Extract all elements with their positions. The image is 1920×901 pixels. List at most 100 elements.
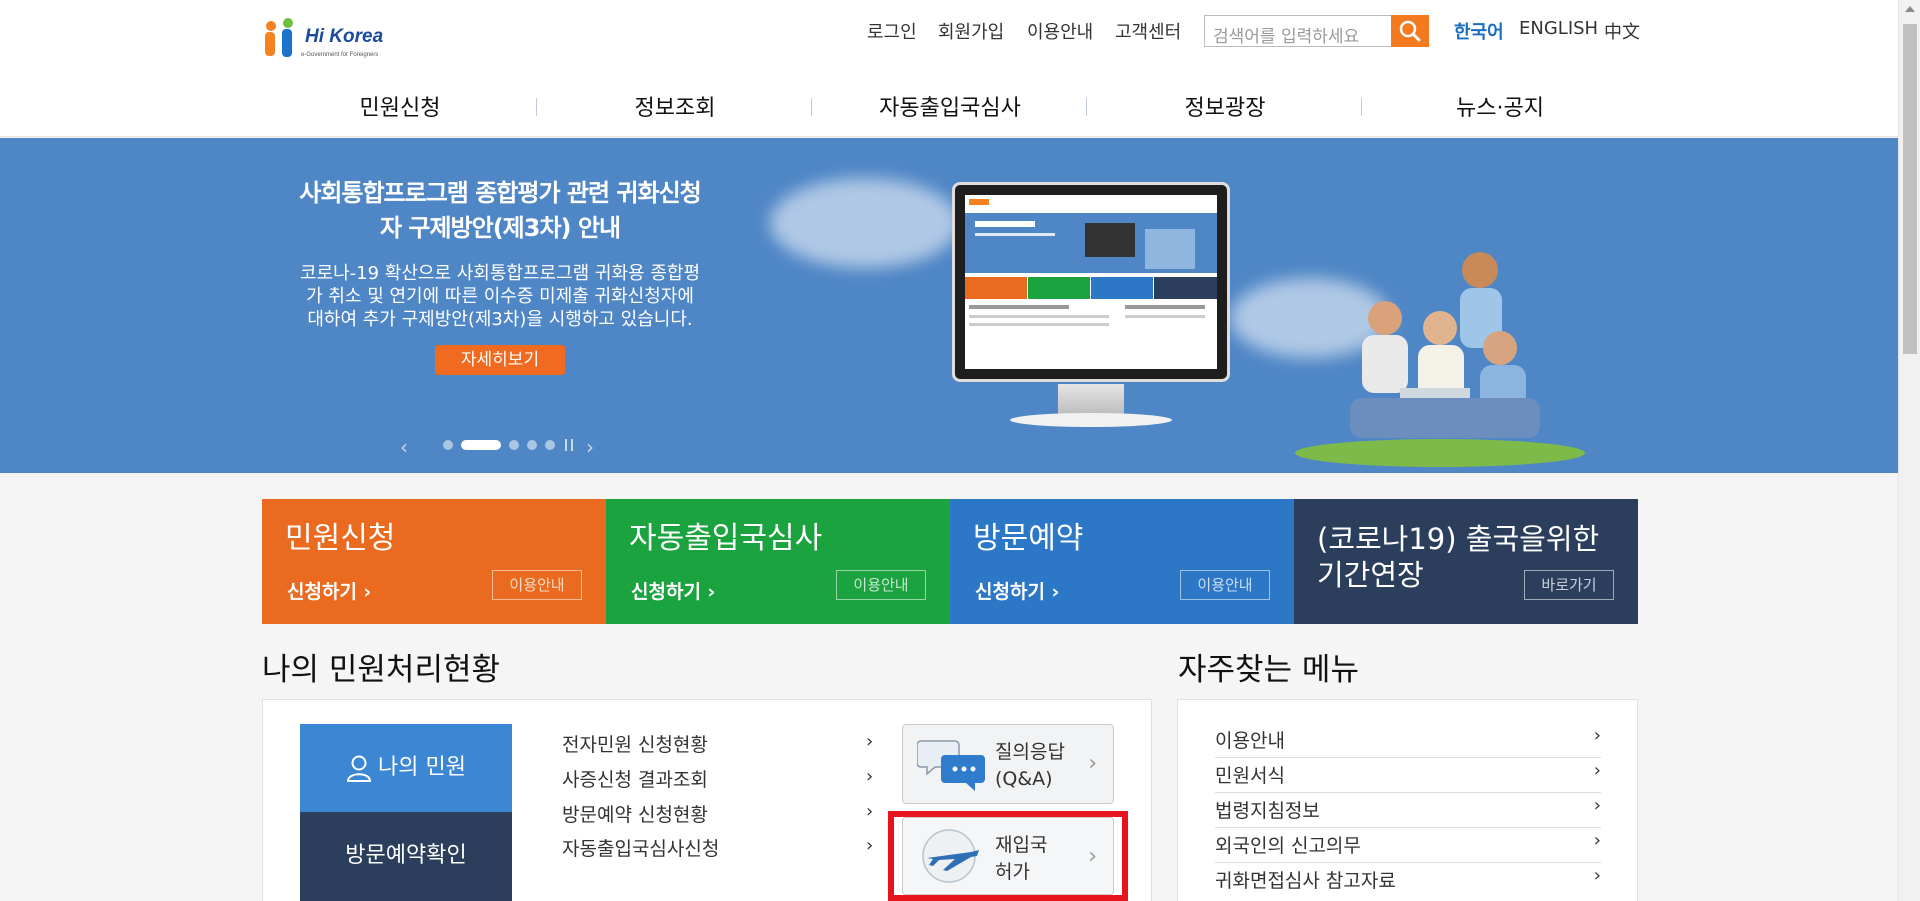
tile-apply-link[interactable]: 신청하기 › [975, 577, 1059, 604]
favorite-item[interactable]: 법령지침정보 › [1215, 793, 1601, 828]
tile-apply-link[interactable]: 신청하기 › [631, 577, 715, 604]
tile-guide-button[interactable]: 이용안내 [492, 570, 582, 600]
favorite-item-label: 외국인의 신고의무 [1215, 835, 1361, 857]
banner-description: 코로나-19 확산으로 사회통합프로그램 귀화용 종합평 가 취소 및 연기에 … [285, 262, 715, 331]
chevron-right-icon[interactable]: › [866, 835, 873, 856]
tile-apply-link[interactable]: 신청하기 › [287, 577, 371, 604]
chevron-right-icon[interactable]: › [866, 766, 873, 787]
banner-pause-button[interactable] [565, 439, 573, 451]
favorite-item-label: 민원서식 [1215, 765, 1285, 787]
gnb-info-inquiry[interactable]: 정보조회 [575, 90, 775, 122]
banner-slide-dot[interactable] [527, 440, 537, 450]
banner-title-line: 자 구제방안(제3차) 안내 [379, 214, 621, 242]
user-icon [347, 755, 372, 782]
main-banner: 사회통합프로그램 종합평가 관련 귀화신청 자 구제방안(제3차) 안내 코로나… [0, 138, 1898, 473]
banner-next-button[interactable]: › [586, 435, 594, 459]
chevron-right-icon: › [1593, 795, 1601, 816]
logo-people-icon [265, 18, 293, 57]
chat-bubbles-icon [917, 740, 985, 791]
favorite-item-label: 법령지침정보 [1215, 800, 1320, 822]
my-civil-label: 나의 민원 [378, 755, 466, 780]
lang-english[interactable]: ENGLISH [1519, 18, 1598, 39]
visit-reservation-check-button[interactable]: 방문예약확인 [300, 812, 512, 901]
signup-link[interactable]: 회원가입 [938, 18, 1004, 44]
website-preview-image [965, 195, 1217, 326]
highlight-box [888, 811, 1128, 901]
login-link[interactable]: 로그인 [867, 18, 917, 44]
visa-result-link[interactable]: 사증신청 결과조회 [562, 765, 708, 792]
gnb-info-plaza[interactable]: 정보광장 [1125, 90, 1325, 122]
gnb-divider [1361, 98, 1362, 116]
visit-reservation-status-link[interactable]: 방문예약 신청현황 [562, 800, 708, 827]
tile-title: 자동출입국심사 [629, 521, 823, 556]
banner-slide-dot[interactable] [545, 440, 555, 450]
people-illustration [1295, 252, 1585, 467]
banner-title-line: 사회통합프로그램 종합평가 관련 귀화신청 [299, 179, 702, 207]
lang-chinese[interactable]: 中文 [1604, 18, 1640, 44]
cloud-decoration [770, 178, 960, 268]
gnb-divider [811, 98, 812, 116]
hikorea-logo[interactable]: Hi Korea e-Government for Foreigners [261, 16, 411, 66]
gnb-divider [536, 98, 537, 116]
gnb-auto-immigration[interactable]: 자동출입국심사 [850, 90, 1050, 122]
favorites-title: 자주찾는 메뉴 [1178, 652, 1359, 688]
auto-immigration-apply-link[interactable]: 자동출입국심사신청 [562, 834, 719, 861]
tile-auto-immigration[interactable]: 자동출입국심사 신청하기 › 이용안내 [606, 499, 950, 624]
chevron-right-icon[interactable]: › [866, 731, 873, 752]
tile-guide-button[interactable]: 이용안내 [836, 570, 926, 600]
page-scrollbar[interactable] [1898, 0, 1920, 901]
banner-slide-dot[interactable] [443, 440, 453, 450]
banner-more-button[interactable]: 자세히보기 [435, 345, 565, 375]
my-civil-button[interactable]: 나의 민원 [300, 724, 512, 812]
banner-prev-button[interactable]: ‹ [400, 435, 408, 459]
favorite-item[interactable]: 이용안내 › [1215, 723, 1601, 758]
tile-visit-reservation[interactable]: 방문예약 신청하기 › 이용안내 [950, 499, 1294, 624]
tile-title: 민원신청 [285, 521, 396, 556]
scroll-thumb[interactable] [1903, 24, 1917, 354]
my-status-title: 나의 민원처리현황 [262, 652, 501, 688]
favorite-item-label: 이용안내 [1215, 730, 1285, 752]
customer-center-link[interactable]: 고객센터 [1115, 18, 1181, 44]
gnb-divider [1086, 98, 1087, 116]
favorite-item[interactable]: 귀화면접심사 참고자료 › [1215, 863, 1601, 898]
e-civil-status-link[interactable]: 전자민원 신청현황 [562, 730, 708, 757]
chevron-right-icon: › [1593, 865, 1601, 886]
chevron-right-icon: › [1593, 830, 1601, 851]
tile-shortcut-button[interactable]: 바로가기 [1524, 570, 1614, 600]
guide-link[interactable]: 이용안내 [1027, 18, 1093, 44]
banner-slide-dot-active[interactable] [461, 440, 501, 450]
tile-title-line: (코로나19) 출국을위한 [1317, 522, 1600, 556]
banner-title[interactable]: 사회통합프로그램 종합평가 관련 귀화신청 자 구제방안(제3차) 안내 [280, 176, 720, 246]
favorite-item[interactable]: 외국인의 신고의무 › [1215, 828, 1601, 863]
qna-label: 질의응답 (Q&A) [995, 739, 1065, 793]
qna-label-line: (Q&A) [995, 768, 1053, 790]
chevron-right-icon: › [1088, 751, 1097, 776]
banner-desc-line: 가 취소 및 연기에 따른 이수증 미제출 귀화신청자에 [306, 286, 694, 307]
tile-civil-application[interactable]: 민원신청 신청하기 › 이용안내 [262, 499, 606, 624]
favorite-item-label: 귀화면접심사 참고자료 [1215, 870, 1396, 892]
search-button[interactable] [1391, 15, 1429, 47]
qna-label-line: 질의응답 [995, 741, 1065, 763]
site-header: Hi Korea e-Government for Foreigners 로그인… [0, 0, 1898, 137]
chevron-right-icon[interactable]: › [866, 801, 873, 822]
monitor-base [1010, 413, 1172, 427]
logo-subtitle: e-Government for Foreigners [301, 52, 379, 58]
qna-button[interactable]: 질의응답 (Q&A) › [902, 724, 1114, 804]
favorite-item[interactable]: 민원서식 › [1215, 758, 1601, 793]
monitor-stand [1058, 384, 1124, 414]
logo-text: Hi Korea [305, 26, 384, 47]
tile-covid-extension[interactable]: (코로나19) 출국을위한 기간연장 바로가기 [1294, 499, 1638, 624]
banner-desc-line: 대하여 추가 구제방안(제3차)을 시행하고 있습니다. [307, 309, 693, 330]
tile-guide-button[interactable]: 이용안내 [1180, 570, 1270, 600]
gnb-news-notice[interactable]: 뉴스·공지 [1400, 90, 1600, 122]
tile-title: 방문예약 [973, 521, 1084, 556]
chevron-right-icon: › [1593, 725, 1601, 746]
search-input[interactable]: 검색어를 입력하세요 [1204, 15, 1392, 47]
scroll-up-arrow-icon[interactable] [1905, 6, 1915, 12]
gnb-civil-application[interactable]: 민원신청 [300, 90, 500, 122]
chevron-right-icon: › [1593, 760, 1601, 781]
search-icon [1399, 20, 1421, 42]
lang-korean[interactable]: 한국어 [1454, 18, 1504, 44]
banner-desc-line: 코로나-19 확산으로 사회통합프로그램 귀화용 종합평 [299, 263, 701, 284]
banner-slide-dot[interactable] [509, 440, 519, 450]
